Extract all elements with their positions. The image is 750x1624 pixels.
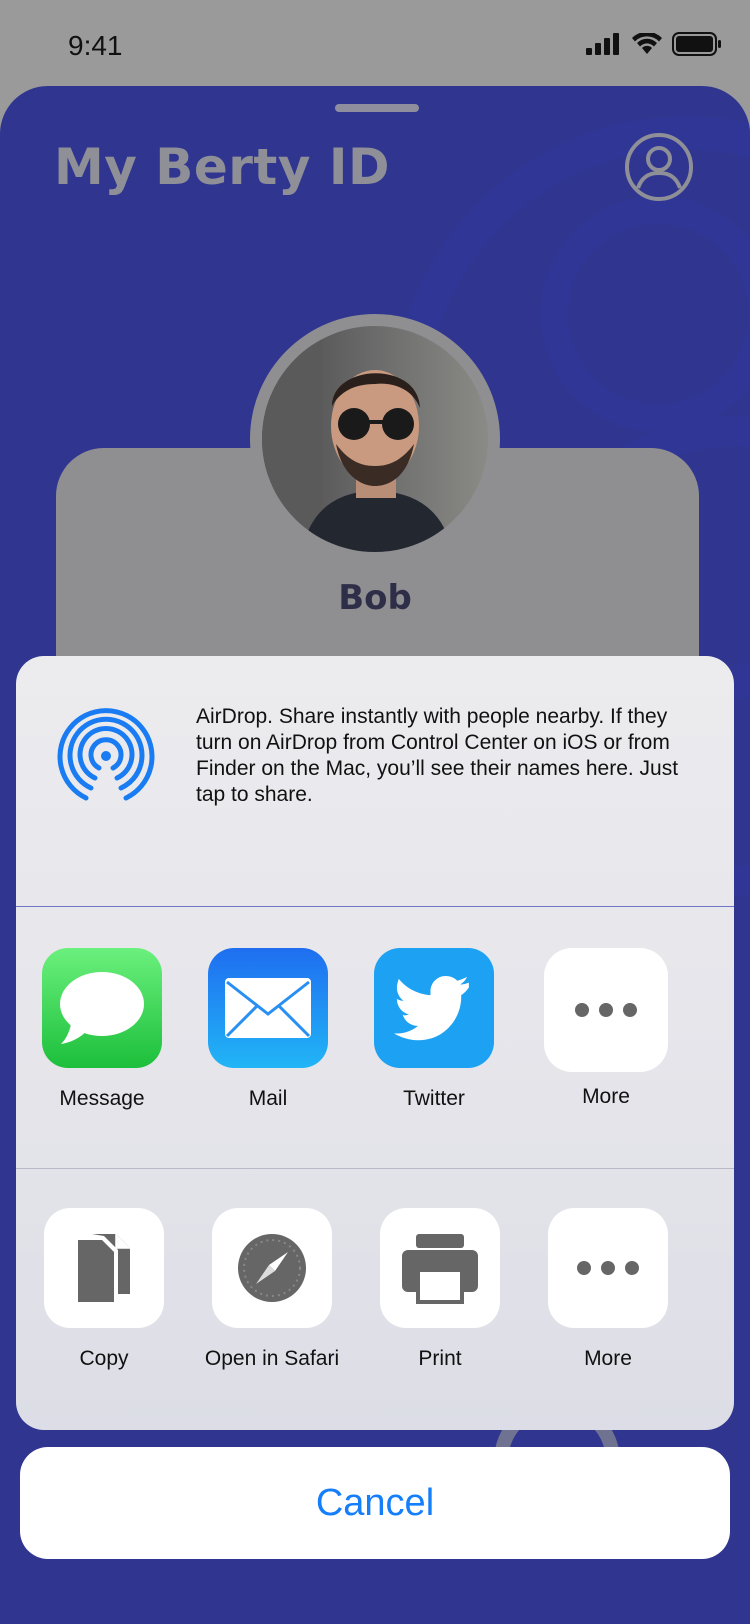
print-icon — [402, 1234, 478, 1304]
safari-action-tile[interactable] — [212, 1208, 332, 1328]
airdrop-section[interactable]: AirDrop. Share instantly with people nea… — [16, 656, 734, 906]
share-app-mail[interactable]: Mail — [198, 948, 338, 1112]
action-label: Open in Safari — [204, 1347, 340, 1370]
action-label: Copy — [79, 1347, 129, 1370]
divider — [16, 1168, 734, 1169]
action-print[interactable]: Print — [370, 1208, 510, 1372]
share-app-more[interactable]: More — [536, 948, 676, 1110]
mail-icon — [225, 978, 311, 1038]
cancel-button[interactable]: Cancel — [20, 1447, 730, 1559]
twitter-app-tile[interactable] — [374, 948, 494, 1068]
airdrop-icon — [57, 708, 155, 801]
twitter-icon — [394, 975, 469, 1041]
divider — [16, 906, 734, 907]
drag-handle[interactable] — [335, 104, 419, 112]
status-bar: 9:41 — [0, 0, 750, 90]
copy-icon — [78, 1234, 130, 1302]
share-app-twitter[interactable]: Twitter — [364, 948, 504, 1112]
battery-icon — [672, 32, 721, 56]
mail-app-tile[interactable] — [208, 948, 328, 1068]
avatar-frame — [250, 314, 500, 564]
action-label: Print — [418, 1347, 462, 1370]
action-copy[interactable]: Copy — [34, 1208, 174, 1372]
share-sheet: AirDrop. Share instantly with people nea… — [16, 656, 734, 1430]
action-more[interactable]: More — [538, 1208, 678, 1372]
wifi-icon — [632, 33, 662, 54]
status-time: 9:41 — [68, 30, 123, 61]
message-icon — [60, 972, 144, 1044]
share-app-label: More — [582, 1085, 630, 1108]
avatar — [262, 326, 488, 552]
share-app-message[interactable]: Message — [32, 948, 172, 1112]
share-app-label: Mail — [248, 1087, 288, 1110]
more-action-tile[interactable] — [548, 1208, 668, 1328]
message-app-tile[interactable] — [42, 948, 162, 1068]
page-title: My Berty ID — [54, 138, 390, 196]
action-open-in-safari[interactable]: Open in Safari — [202, 1208, 342, 1372]
safari-icon — [238, 1234, 306, 1302]
copy-action-tile[interactable] — [44, 1208, 164, 1328]
more-icon — [577, 1261, 639, 1275]
share-app-label: Twitter — [403, 1087, 465, 1110]
more-app-tile[interactable] — [544, 948, 668, 1072]
profile-name: Bob — [338, 578, 412, 618]
airdrop-description: AirDrop. Share instantly with people nea… — [196, 705, 679, 806]
signal-icon — [586, 33, 619, 55]
print-action-tile[interactable] — [380, 1208, 500, 1328]
share-app-label: Message — [59, 1087, 145, 1110]
action-label: More — [584, 1347, 632, 1370]
account-icon[interactable] — [624, 132, 694, 202]
status-icons — [586, 32, 722, 56]
more-icon — [575, 1003, 637, 1017]
